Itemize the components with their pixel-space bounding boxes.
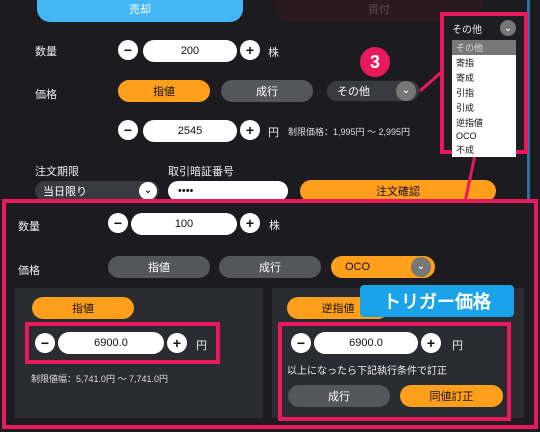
stop-price-increment-button[interactable]: +: [421, 333, 441, 353]
limit-price-decrement-button[interactable]: −: [35, 333, 55, 353]
limit-price-input[interactable]: 6900.0: [58, 332, 164, 354]
dropdown-option[interactable]: 寄指: [452, 55, 516, 70]
stop-price-unit: 円: [452, 340, 463, 352]
oco-qty-unit: 株: [269, 220, 280, 232]
oco-qty-decrement-button[interactable]: −: [108, 213, 128, 233]
oco-qty-increment-button[interactable]: +: [240, 213, 260, 233]
dropdown-option[interactable]: 不成: [452, 142, 516, 157]
dropdown-chevron-icon: ⌄: [500, 20, 516, 36]
limit-subpanel-tab: 指値: [32, 297, 134, 319]
same-price-amend-label: 同値訂正: [429, 391, 474, 403]
dropdown-option[interactable]: 引指: [452, 85, 516, 100]
oco-qty-label: 数量: [18, 221, 40, 233]
dropdown-option[interactable]: 引成: [452, 100, 516, 115]
oco-qty-input[interactable]: 100: [131, 213, 237, 235]
stop-market-label: 成行: [328, 391, 350, 403]
stop-price-value: 6900.0: [349, 337, 383, 349]
stop-condition-text: 以上になったら下記執行条件で訂正: [287, 366, 447, 377]
oco-qty-value: 100: [174, 218, 194, 230]
oco-limit-label: 指値: [148, 262, 170, 274]
trigger-price-label-box: トリガー価格: [360, 285, 514, 317]
dropdown-option[interactable]: 逆指値: [452, 115, 516, 130]
limit-price-increment-button[interactable]: +: [167, 333, 187, 353]
stop-price-input[interactable]: 6900.0: [314, 332, 418, 354]
limit-range-text: 制限値幅：5,741.0円 ～ 7,741.0円: [31, 374, 169, 384]
stop-subpanel-tab-label: 逆指値: [321, 303, 355, 315]
oco-chevron-down-icon[interactable]: ⌄: [411, 257, 431, 277]
same-price-amend-button[interactable]: 同値訂正: [400, 385, 503, 407]
dropdown-option[interactable]: その他: [452, 40, 516, 55]
dropdown-option[interactable]: 寄成: [452, 70, 516, 85]
stop-market-button[interactable]: 成行: [288, 385, 390, 407]
limit-price-value: 6900.0: [94, 337, 128, 349]
stop-price-decrement-button[interactable]: −: [291, 333, 311, 353]
trigger-price-label: トリガー価格: [383, 292, 491, 312]
dropdown-header[interactable]: その他 ⌄: [452, 20, 516, 38]
limit-subpanel-tab-label: 指値: [72, 303, 94, 315]
oco-limit-button[interactable]: 指値: [108, 256, 210, 278]
order-type-dropdown[interactable]: その他 ⌄ その他 寄指 寄成 引指 引成 逆指値 OCO 不成: [440, 12, 528, 157]
dropdown-selected: その他: [452, 25, 482, 36]
limit-price-unit: 円: [196, 340, 207, 352]
dropdown-option-list: その他 寄指 寄成 引指 引成 逆指値 OCO 不成: [452, 40, 516, 157]
oco-market-label: 成行: [259, 262, 281, 274]
oco-price-label: 価格: [18, 265, 40, 277]
dropdown-option[interactable]: OCO: [452, 130, 516, 142]
oco-type-value: OCO: [345, 261, 371, 273]
oco-market-button[interactable]: 成行: [219, 256, 321, 278]
